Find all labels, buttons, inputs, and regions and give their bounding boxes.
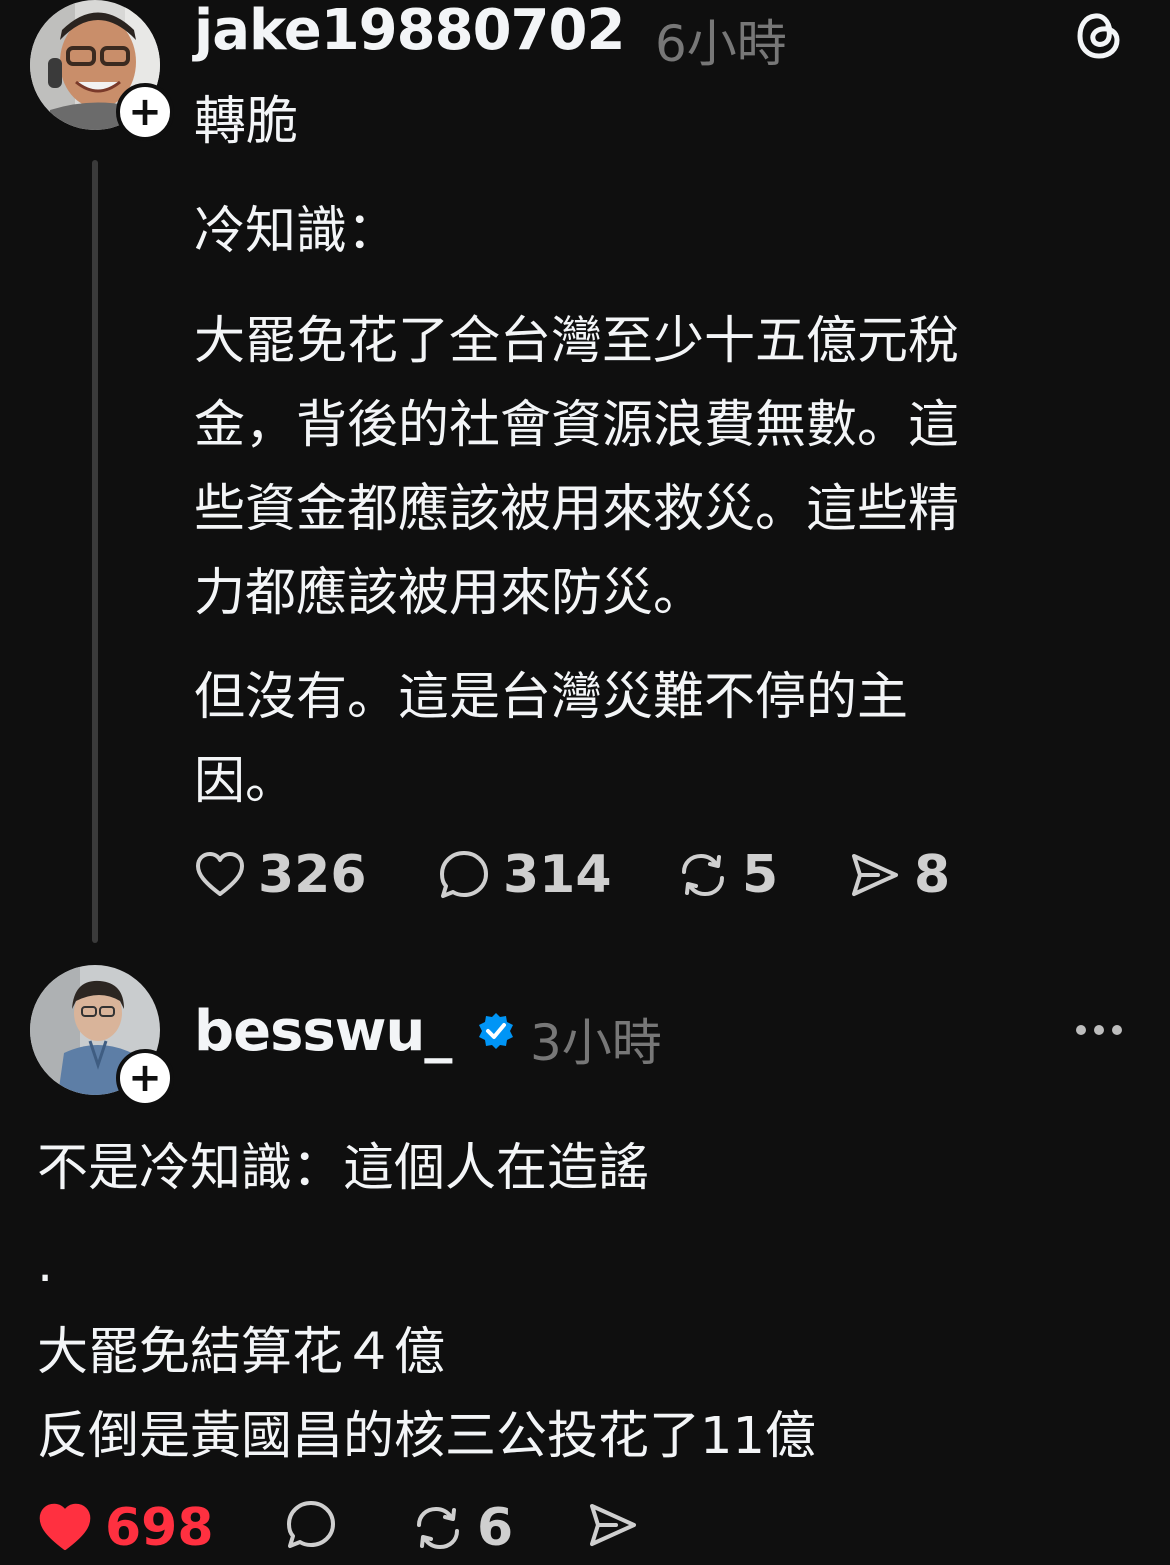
quoted-line: 冷知識：: [194, 202, 399, 261]
heart-filled-icon: [39, 1503, 91, 1551]
follow-button[interactable]: +: [116, 1049, 174, 1107]
like-count: 326: [258, 845, 367, 905]
like-count: 698: [105, 1498, 214, 1558]
send-icon: [852, 854, 898, 896]
quoted-line: 金，背後的社會資源浪費無數。這: [194, 396, 960, 455]
comment-button[interactable]: 314: [437, 845, 612, 905]
verified-badge-icon: [476, 1011, 516, 1051]
quoted-line: 因。: [194, 752, 297, 811]
heart-outline-icon: [196, 852, 244, 896]
repost-button[interactable]: 6: [411, 1498, 513, 1558]
post-time: 6小時: [655, 15, 787, 73]
comment-count: 314: [503, 845, 612, 905]
threads-logo-icon[interactable]: [1074, 8, 1124, 62]
follow-button[interactable]: +: [116, 83, 174, 141]
quoted-line: 些資金都應該被用來救災。這些精: [194, 480, 960, 539]
repost-button[interactable]: 5: [676, 845, 778, 905]
share-button[interactable]: 8: [848, 845, 950, 905]
username[interactable]: besswu_: [194, 999, 452, 1064]
post-line: 反倒是黃國昌的核三公投花了11億: [37, 1407, 816, 1466]
more-options-icon[interactable]: [1076, 1025, 1122, 1035]
post-line: 不是冷知識：這個人在造謠: [37, 1139, 650, 1198]
quoted-line: 大罷免花了全台灣至少十五億元稅: [194, 312, 960, 371]
like-button[interactable]: 326: [194, 845, 367, 905]
comment-bubble-icon: [440, 851, 488, 898]
username[interactable]: jake19880702: [194, 0, 625, 63]
post-line: 大罷免結算花４億: [37, 1323, 446, 1382]
post-besswu: + besswu_ 3小時 不是冷知識：這個人在造謠 . 大罷免結算花４億 反倒…: [0, 955, 1170, 1565]
quoted-line: 但沒有。這是台灣災難不停的主: [194, 668, 909, 727]
comment-bubble-icon: [287, 1501, 335, 1548]
repost-label: 轉脆: [194, 92, 299, 152]
repost-count: 6: [477, 1498, 514, 1558]
post-time: 3小時: [530, 1014, 662, 1072]
quoted-line: 力都應該被用來防災。: [194, 564, 705, 623]
share-count: 8: [914, 845, 951, 905]
share-button[interactable]: [586, 1498, 640, 1552]
repost-count: 5: [742, 845, 779, 905]
send-icon: [590, 1504, 636, 1546]
comment-button[interactable]: [284, 1498, 338, 1552]
repost-icon: [682, 853, 724, 897]
like-button[interactable]: 698: [37, 1498, 214, 1558]
post-jake19880702: + jake19880702 6小時 轉脆 冷知識： 大罷免花了全台灣至少十五億…: [0, 0, 1170, 955]
repost-icon: [417, 1506, 459, 1550]
thread-line: [92, 160, 98, 943]
post-line: .: [37, 1235, 54, 1294]
